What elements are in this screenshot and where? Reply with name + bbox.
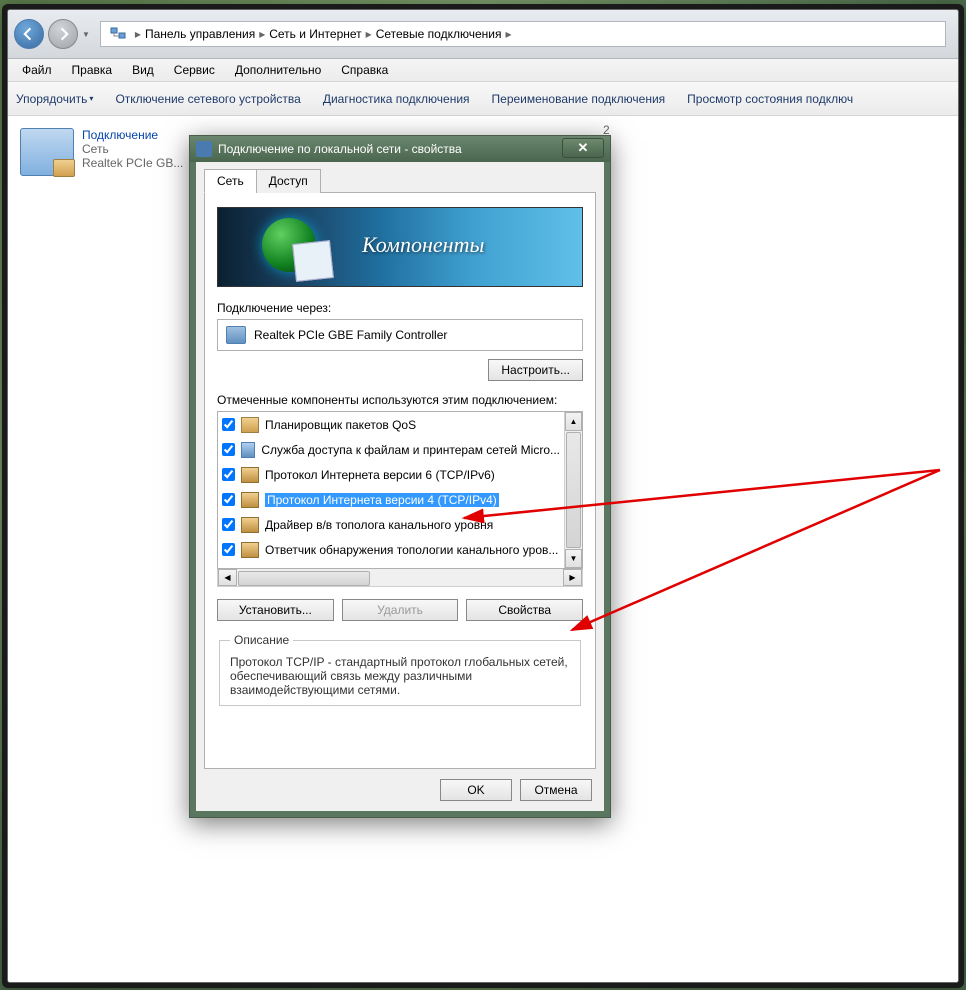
configure-button[interactable]: Настроить... — [488, 359, 583, 381]
chevron-right-icon: ▸ — [259, 27, 265, 41]
chevron-right-icon: ▸ — [505, 27, 511, 41]
sched-icon — [241, 417, 259, 433]
network-icon — [109, 25, 127, 43]
chevron-right-icon: ▸ — [135, 27, 141, 41]
rename-button[interactable]: Переименование подключения — [492, 92, 666, 106]
component-checkbox[interactable] — [222, 518, 235, 531]
adapter-field: Realtek PCIe GBE Family Controller — [217, 319, 583, 351]
connection-item[interactable]: Подключение Сеть Realtek PCIe GB... — [20, 128, 200, 176]
proto-icon — [241, 542, 259, 558]
scroll-thumb[interactable] — [566, 432, 581, 548]
component-checkbox[interactable] — [222, 468, 235, 481]
ok-button[interactable]: OK — [440, 779, 512, 801]
adapter-icon — [226, 326, 246, 344]
dialog-title: Подключение по локальной сети - свойства — [218, 142, 462, 156]
menu-help[interactable]: Справка — [333, 61, 396, 79]
scroll-up-button[interactable]: ▲ — [565, 412, 582, 431]
component-label: Служба доступа к файлам и принтерам сете… — [261, 443, 560, 457]
menu-edit[interactable]: Правка — [64, 61, 121, 79]
breadcrumb-item[interactable]: Панель управления — [145, 27, 255, 41]
menu-advanced[interactable]: Дополнительно — [227, 61, 329, 79]
component-checkbox[interactable] — [222, 443, 235, 456]
component-label: Планировщик пакетов QoS — [265, 418, 416, 432]
connection-adapter: Realtek PCIe GB... — [82, 156, 183, 170]
description-text: Протокол TCP/IP - стандартный протокол г… — [230, 655, 570, 697]
menu-tools[interactable]: Сервис — [166, 61, 223, 79]
banner-text: Компоненты — [362, 232, 484, 258]
component-checkbox[interactable] — [222, 493, 235, 506]
network-icon — [196, 141, 212, 157]
component-label: Протокол Интернета версии 4 (TCP/IPv4) — [265, 493, 499, 507]
adapter-name: Realtek PCIe GBE Family Controller — [254, 328, 447, 342]
vertical-scrollbar[interactable]: ▲ ▼ — [564, 412, 582, 568]
component-checkbox[interactable] — [222, 418, 235, 431]
tab-access[interactable]: Доступ — [256, 169, 321, 193]
horizontal-scrollbar[interactable]: ◀ ▶ — [217, 569, 583, 587]
chevron-down-icon: ▾ — [89, 94, 93, 103]
component-item[interactable]: Протокол Интернета версии 6 (TCP/IPv6) — [218, 462, 564, 487]
description-legend: Описание — [230, 633, 293, 647]
command-bar: Упорядочить ▾ Отключение сетевого устрой… — [8, 82, 958, 116]
breadcrumb-item[interactable]: Сеть и Интернет — [269, 27, 361, 41]
tab-network[interactable]: Сеть — [204, 169, 257, 193]
description-group: Описание Протокол TCP/IP - стандартный п… — [219, 633, 581, 706]
component-checkbox[interactable] — [222, 543, 235, 556]
component-label: Драйвер в/в тополога канального уровня — [265, 518, 493, 532]
components-listbox[interactable]: Планировщик пакетов QoS Служба доступа к … — [218, 412, 564, 568]
component-item[interactable]: Протокол Интернета версии 4 (TCP/IPv4) — [218, 487, 564, 512]
uninstall-button: Удалить — [342, 599, 459, 621]
nav-back-button[interactable] — [14, 19, 44, 49]
scroll-thumb[interactable] — [238, 571, 370, 586]
view-status-button[interactable]: Просмотр состояния подключ — [687, 92, 853, 106]
connect-using-label: Подключение через: — [217, 301, 583, 315]
breadcrumb[interactable]: ▸ Панель управления ▸ Сеть и Интернет ▸ … — [100, 21, 946, 47]
component-item[interactable]: Служба доступа к файлам и принтерам сете… — [218, 437, 564, 462]
menu-bar: Файл Правка Вид Сервис Дополнительно Спр… — [8, 59, 958, 82]
proto-icon — [241, 517, 259, 533]
menu-view[interactable]: Вид — [124, 61, 162, 79]
scroll-down-button[interactable]: ▼ — [565, 549, 582, 568]
cancel-button[interactable]: Отмена — [520, 779, 592, 801]
address-bar: ▼ ▸ Панель управления ▸ Сеть и Интернет … — [8, 10, 958, 59]
component-item[interactable]: Планировщик пакетов QoS — [218, 412, 564, 437]
disable-device-button[interactable]: Отключение сетевого устройства — [115, 92, 300, 106]
component-label: Ответчик обнаружения топологии канальног… — [265, 543, 558, 557]
component-item[interactable]: Ответчик обнаружения топологии канальног… — [218, 537, 564, 562]
components-label: Отмеченные компоненты используются этим … — [217, 393, 583, 407]
connection-network: Сеть — [82, 142, 183, 156]
proto-icon — [241, 492, 259, 508]
share-icon — [241, 442, 255, 458]
diagnose-button[interactable]: Диагностика подключения — [323, 92, 470, 106]
proto-icon — [241, 467, 259, 483]
connection-title: Подключение — [82, 128, 183, 142]
menu-file[interactable]: Файл — [14, 61, 60, 79]
chevron-right-icon: ▸ — [366, 27, 372, 41]
install-button[interactable]: Установить... — [217, 599, 334, 621]
organize-button[interactable]: Упорядочить ▾ — [16, 92, 93, 106]
properties-button[interactable]: Свойства — [466, 599, 583, 621]
checklist-icon — [292, 240, 334, 282]
scroll-right-button[interactable]: ▶ — [563, 569, 582, 586]
component-label: Протокол Интернета версии 6 (TCP/IPv6) — [265, 468, 495, 482]
nav-forward-button[interactable] — [48, 19, 78, 49]
properties-dialog: Подключение по локальной сети - свойства… — [189, 135, 611, 818]
banner: Компоненты — [217, 207, 583, 287]
dialog-titlebar[interactable]: Подключение по локальной сети - свойства… — [190, 136, 610, 162]
close-button[interactable]: ✕ — [562, 138, 604, 158]
scroll-left-button[interactable]: ◀ — [218, 569, 237, 586]
component-item[interactable]: Драйвер в/в тополога канального уровня — [218, 512, 564, 537]
breadcrumb-item[interactable]: Сетевые подключения — [376, 27, 502, 41]
network-adapter-icon — [20, 128, 74, 176]
